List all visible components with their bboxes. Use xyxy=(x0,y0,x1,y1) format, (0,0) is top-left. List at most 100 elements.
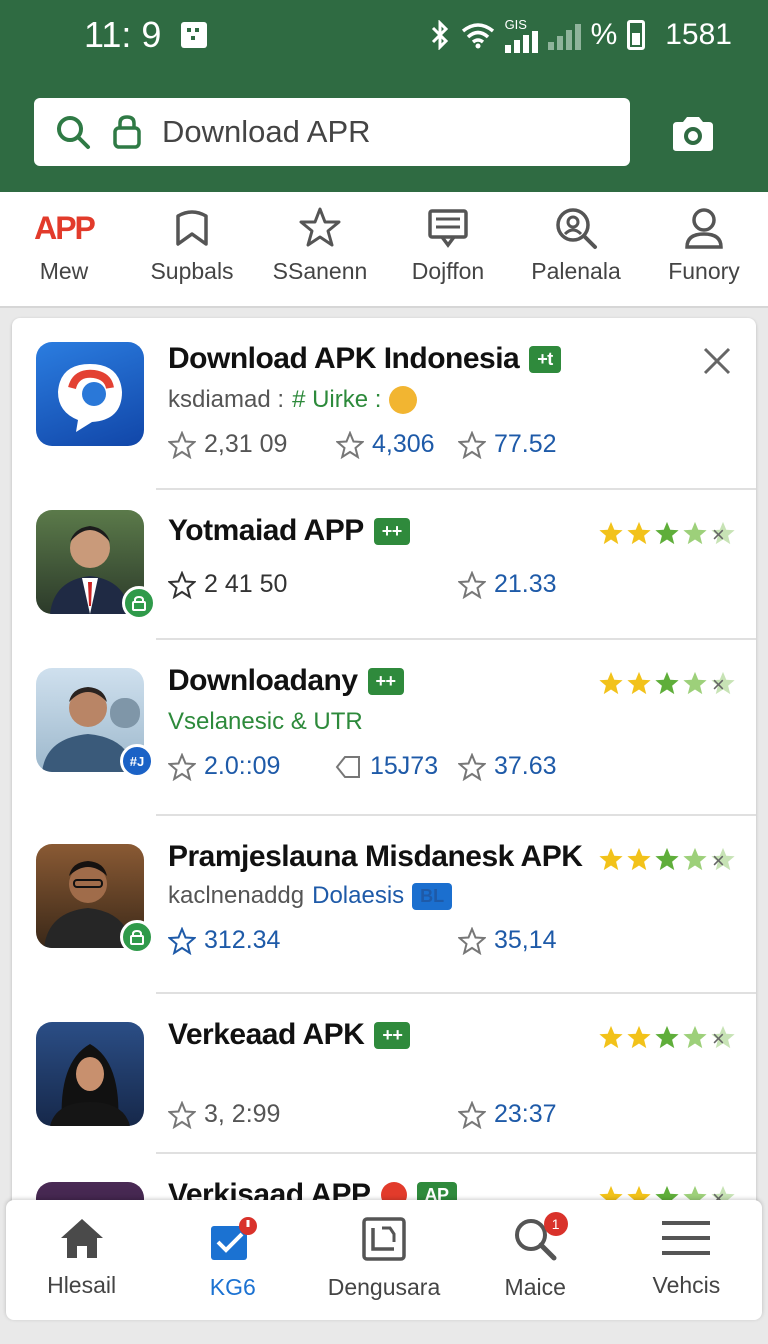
category-label: Dojffon xyxy=(411,258,485,284)
notification-icon xyxy=(181,22,208,48)
category-ssanenn[interactable]: SSanenn xyxy=(256,192,384,306)
star-filled-icon xyxy=(683,847,707,871)
category-label: SSanenn xyxy=(272,258,368,284)
star-filled-icon xyxy=(627,671,651,695)
star-outline-icon xyxy=(168,430,196,459)
home-icon xyxy=(60,1219,103,1258)
nav-home[interactable]: Hlesail xyxy=(6,1200,157,1320)
star-outline-icon xyxy=(168,752,196,781)
nav-label: KG6 xyxy=(209,1274,256,1300)
stat-value: 21.33 xyxy=(494,570,557,598)
app-title: Verkeaad APK xyxy=(168,1018,365,1051)
nav-vehcis[interactable]: Vehcis xyxy=(611,1200,762,1320)
search-icon[interactable] xyxy=(54,113,92,151)
stat-value: 77.52 xyxy=(494,430,557,458)
star-outline-icon xyxy=(168,570,196,599)
emoji-icon xyxy=(389,386,418,414)
star-filled-icon xyxy=(655,1025,679,1049)
star-filled-icon xyxy=(655,847,679,871)
camera-icon[interactable] xyxy=(664,110,722,158)
dismiss-icon[interactable]: × xyxy=(712,1026,725,1052)
category-bar: APP Mew Supbals SSanenn Dojffon Palenala… xyxy=(0,192,768,308)
close-icon[interactable] xyxy=(702,346,732,376)
stat-value: 23:37 xyxy=(494,1100,557,1128)
search-bar[interactable] xyxy=(34,98,630,166)
star-filled-icon xyxy=(627,1025,651,1049)
dismiss-icon[interactable]: × xyxy=(712,848,725,874)
app-tag: ++ xyxy=(374,1021,411,1049)
nav-label: Hlesail xyxy=(47,1272,117,1298)
list-item[interactable]: #J Downloadany ++ × Vselanesic & UTR 2.0… xyxy=(12,640,756,816)
search-input[interactable] xyxy=(162,114,582,150)
document-icon xyxy=(427,206,469,250)
status-time: 11: 9 xyxy=(84,14,162,55)
signal-icon xyxy=(504,30,538,53)
menu-icon xyxy=(662,1221,711,1255)
category-label: Supbals xyxy=(150,258,234,284)
dismiss-icon[interactable]: × xyxy=(712,522,725,548)
stat-value: 37.63 xyxy=(494,752,557,780)
category-palenala[interactable]: Palenala xyxy=(512,192,640,306)
category-label: Mew xyxy=(39,258,89,284)
app-tag: ++ xyxy=(367,667,404,695)
nav-label: Maice xyxy=(504,1274,566,1300)
battery-icon xyxy=(627,20,646,50)
bottom-nav: Hlesail KG6 Dengusara 1 Maice Vehcis xyxy=(6,1200,762,1320)
bookmark-icon xyxy=(174,206,210,250)
bluetooth-icon xyxy=(431,20,448,50)
star-outline-icon xyxy=(168,926,196,955)
list-item[interactable]: Yotmaiad APP ++ × 2 41 50 21.33 xyxy=(12,490,756,640)
category-supbals[interactable]: Supbals xyxy=(128,192,256,306)
list-item[interactable]: Verkeaad APK ++ × 3, 2:99 23:37 xyxy=(12,994,756,1154)
star-outline-icon xyxy=(336,430,364,459)
stat-value: 15J73 xyxy=(370,752,439,780)
stat-value: 2,31 09 xyxy=(204,430,288,458)
battery-text: 1581 xyxy=(665,18,732,51)
stat-value: 2 41 50 xyxy=(204,570,288,598)
list-item[interactable]: Pramjeslauna Misdanesk APK × kaclnenaddg… xyxy=(12,816,756,994)
stat-value: 312.34 xyxy=(204,926,281,954)
app-logo-icon: APP xyxy=(34,209,96,246)
star-filled-icon xyxy=(627,521,651,545)
star-filled-icon xyxy=(627,847,651,871)
app-subtitle-tag: # Uirke : xyxy=(292,386,382,413)
star-filled-icon xyxy=(655,521,679,545)
notification-badge: 1 xyxy=(543,1212,568,1236)
app-tag: +t xyxy=(529,345,561,373)
app-list: Download APK Indonesia +t ksdiamad : # U… xyxy=(12,318,756,1218)
stat-value: 4,306 xyxy=(372,430,435,458)
lock-icon xyxy=(108,113,146,151)
lock-badge-icon xyxy=(122,586,156,620)
nav-maice[interactable]: 1 Maice xyxy=(460,1200,611,1320)
star-filled-icon xyxy=(599,671,623,695)
dismiss-icon[interactable]: × xyxy=(712,672,725,698)
category-label: Funory xyxy=(668,258,740,284)
star-filled-icon xyxy=(655,671,679,695)
stat-value: 2.0::09 xyxy=(204,752,281,780)
star-outline-icon xyxy=(458,1100,486,1129)
signal-icon-secondary xyxy=(547,20,581,50)
list-item[interactable]: Download APK Indonesia +t ksdiamad : # U… xyxy=(12,318,756,490)
star-filled-icon xyxy=(683,671,707,695)
app-icon xyxy=(36,342,144,446)
category-label: Palenala xyxy=(531,258,621,284)
app-thumbnail xyxy=(36,1022,144,1126)
nav-dengusara[interactable]: Dengusara xyxy=(308,1200,459,1320)
star-icon xyxy=(298,206,342,250)
star-outline-icon xyxy=(458,926,486,955)
app-bar xyxy=(0,70,768,192)
app-tag: BL xyxy=(412,882,453,910)
app-title: Downloadany xyxy=(168,664,358,697)
lock-badge-icon xyxy=(120,920,154,954)
star-filled-icon xyxy=(599,521,623,545)
app-subtitle: kaclnenaddg xyxy=(168,882,305,909)
category-dojffon[interactable]: Dojffon xyxy=(384,192,512,306)
nav-kg6[interactable]: KG6 xyxy=(157,1200,308,1320)
document-edit-icon xyxy=(362,1217,406,1261)
category-mew[interactable]: APP Mew xyxy=(0,192,128,306)
app-subtitle-link: Dolaesis xyxy=(312,882,405,909)
apps-icon xyxy=(210,1217,257,1260)
status-percent: % xyxy=(590,18,618,51)
app-title: Pramjeslauna Misdanesk APK xyxy=(168,840,583,873)
category-funory[interactable]: Funory xyxy=(640,192,768,306)
